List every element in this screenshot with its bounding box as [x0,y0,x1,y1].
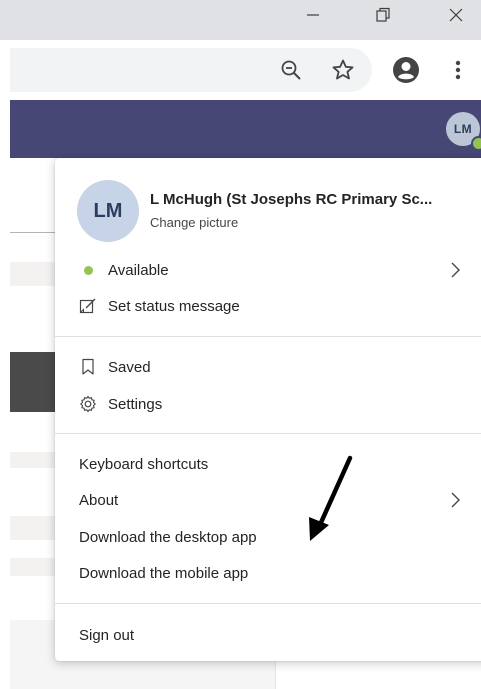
sign-out-item[interactable]: Sign out [55,618,481,652]
minimize-icon [307,14,319,16]
address-bar[interactable] [10,48,372,92]
background-row [10,262,55,286]
bookmark-star-icon [332,59,354,80]
bookmark-button[interactable] [327,54,359,86]
minimize-button[interactable] [290,0,336,30]
about-menu-item[interactable]: About [55,483,481,517]
restore-icon [376,7,390,22]
saved-menu-item[interactable]: Saved [55,350,481,384]
available-status-icon [79,261,97,279]
download-desktop-app-item[interactable]: Download the desktop app [55,520,481,554]
download-desktop-label: Download the desktop app [79,528,257,546]
gear-icon [79,395,97,413]
saved-label: Saved [108,358,151,376]
more-menu-icon [455,60,461,80]
divider [10,232,55,233]
background-tile [10,352,55,412]
app-header: LM [10,100,481,158]
change-picture-link[interactable]: Change picture [150,215,238,230]
set-status-label: Set status message [108,297,240,315]
profile-menu: LM L McHugh (St Josephs RC Primary Sc...… [55,158,481,661]
background-row [10,516,55,540]
browser-toolbar [0,40,481,100]
annotation-arrow-icon [309,455,353,541]
menu-divider [55,603,481,604]
background-row [10,452,55,468]
menu-divider [55,336,481,337]
download-mobile-app-item[interactable]: Download the mobile app [55,556,481,590]
bookmark-icon [79,358,97,376]
profile-avatar[interactable]: LM [77,180,139,242]
account-icon [393,57,419,83]
account-button[interactable] [390,54,422,86]
settings-menu-item[interactable]: Settings [55,387,481,421]
screen: LM LM L McHugh (St Josephs RC Primary Sc… [0,0,481,689]
chevron-right-icon [451,262,460,278]
status-menu-item[interactable]: Available [55,253,481,287]
presence-status-icon [471,136,481,151]
menu-divider [55,433,481,434]
keyboard-shortcuts-item[interactable]: Keyboard shortcuts [55,447,481,481]
background-row [10,558,55,576]
profile-name: L McHugh (St Josephs RC Primary Sc... [150,191,433,208]
zoom-out-button[interactable] [275,54,307,86]
browser-titlebar [0,0,481,40]
download-mobile-label: Download the mobile app [79,564,249,582]
settings-label: Settings [108,395,163,413]
keyboard-shortcuts-label: Keyboard shortcuts [79,455,209,473]
edit-note-icon [79,297,97,315]
browser-menu-button[interactable] [442,54,474,86]
chevron-right-icon [451,492,460,508]
restore-button[interactable] [360,0,406,30]
zoom-out-icon [281,60,301,80]
status-label: Available [108,261,169,279]
sign-out-label: Sign out [79,626,135,644]
close-window-button[interactable] [433,0,479,30]
background-page [10,158,55,689]
about-label: About [79,491,119,509]
set-status-message-item[interactable]: Set status message [55,289,481,323]
close-icon [449,8,463,22]
